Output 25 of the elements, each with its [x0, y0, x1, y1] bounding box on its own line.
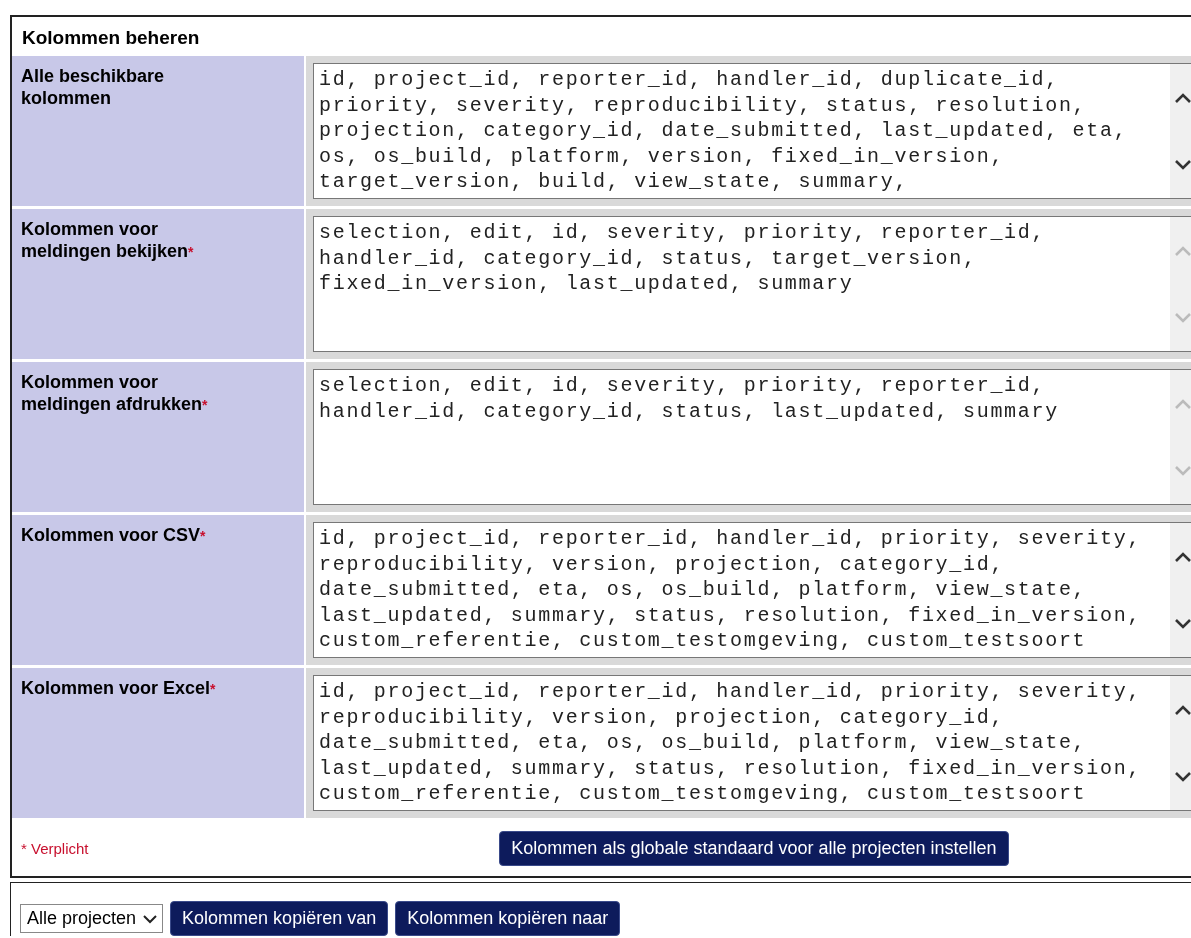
required-mark: * [188, 244, 194, 260]
columns-text-area[interactable]: id, project_id, reporter_id, handler_id, priority, severity, reproducibility, version, projection, category_id, date_submitted, eta, os, os_build, platform, view_state, last_updated, summary, status, resolution, fixed_in_version, custom_referentie, custom_testomgeving, custom_testsoort [313, 522, 1191, 658]
field-label: Kolommen voor CSV* [12, 515, 304, 665]
scroll-down-icon[interactable] [1174, 770, 1191, 783]
project-select[interactable]: Alle projecten [20, 904, 164, 933]
scroll-down-icon[interactable] [1174, 617, 1191, 630]
scroll-up-icon[interactable] [1174, 550, 1191, 563]
field-label: Kolommen voor meldingen afdrukken* [12, 362, 304, 512]
set-global-default-button[interactable]: Kolommen als globale standaard voor alle projecten instellen [499, 831, 1009, 866]
required-mark: * [200, 528, 206, 544]
field-label: Kolommen voor Excel* [12, 668, 304, 818]
required-mark: * [210, 681, 216, 697]
scroll-up-icon[interactable] [1174, 91, 1191, 104]
copy-columns-button[interactable]: Kolommen kopiëren van [170, 901, 389, 936]
columns-text-area[interactable]: id, project_id, reporter_id, handler_id, duplicate_id, priority, severity, reproducibility, status, resolution, projection, category_id, date_submitted, last_updated, eta, os, os_build, platform, version, fixed_in_version, target_version, build, view_state, summary, [313, 63, 1191, 199]
field-label: Alle beschikbare kolommen [12, 56, 304, 206]
caret-icon [142, 913, 159, 924]
required-note: * Verplicht [20, 840, 90, 857]
columns-text-area[interactable]: id, project_id, reporter_id, handler_id, priority, severity, reproducibility, version, projection, category_id, date_submitted, eta, os, os_build, platform, view_state, last_updated, summary, status, resolution, fixed_in_version, custom_referentie, custom_testomgeving, custom_testsoort [313, 675, 1191, 811]
scroll-down-icon[interactable] [1174, 158, 1191, 171]
panel-title: Kolommen beheren [21, 26, 201, 50]
required-mark: * [202, 397, 208, 413]
scroll-up-icon[interactable] [1174, 703, 1191, 716]
copy-columns-button[interactable]: Kolommen kopiëren naar [395, 901, 621, 936]
field-label: Kolommen voor meldingen bekijken* [12, 209, 304, 359]
